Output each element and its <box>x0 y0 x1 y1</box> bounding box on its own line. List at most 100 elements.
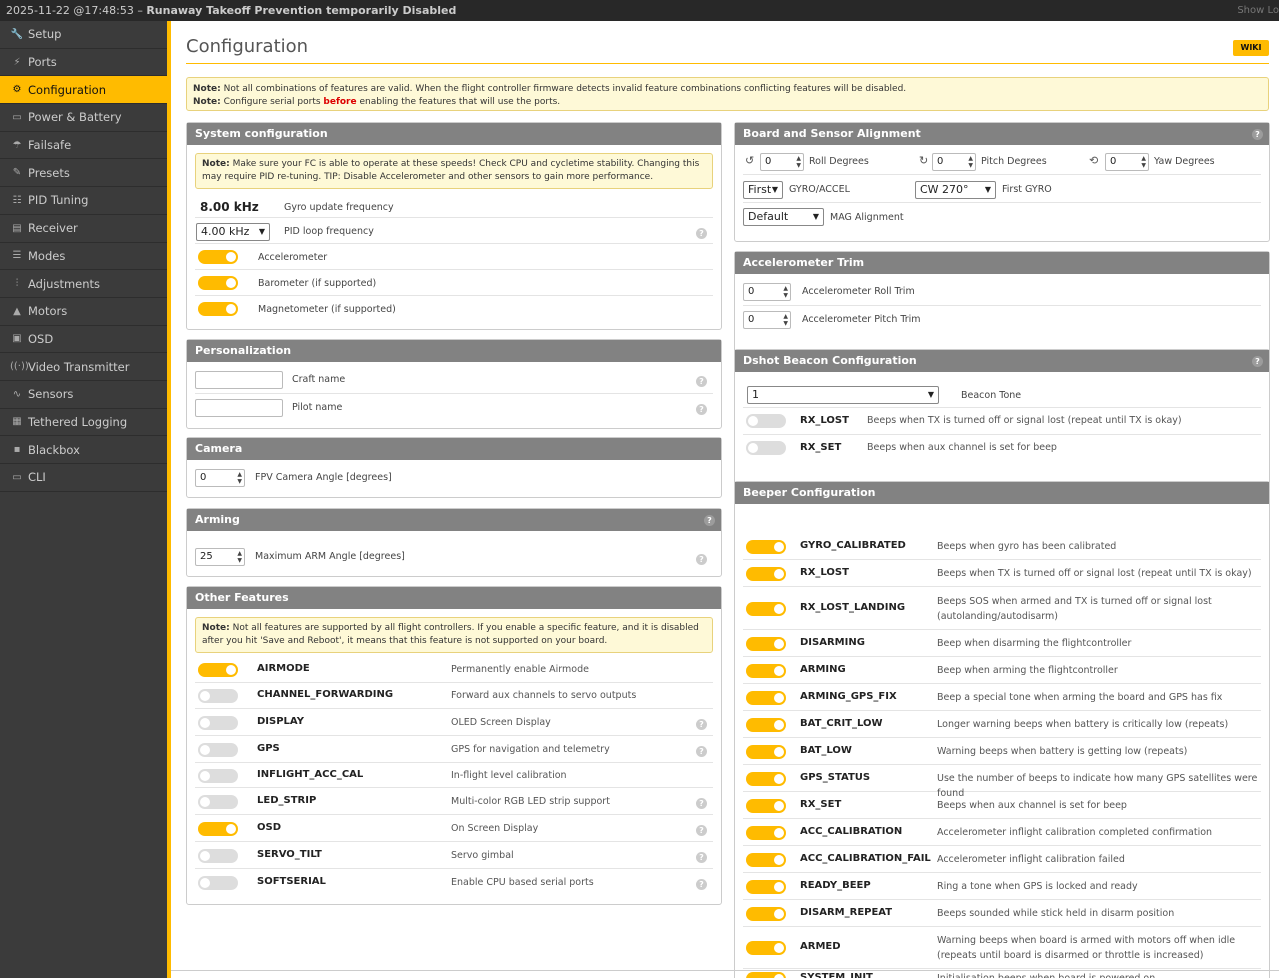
gyro-select[interactable]: First ▼ <box>743 181 783 199</box>
sidebar-item-label: Sensors <box>28 387 74 402</box>
beeper-row: DISARMING Beep when disarming the flightc… <box>743 630 1261 657</box>
help-icon[interactable]: ? <box>1252 356 1263 367</box>
help-icon[interactable]: ? <box>696 404 707 415</box>
sidebar-item-failsafe[interactable]: ☂ Failsafe <box>0 132 167 160</box>
toggle-switch[interactable] <box>746 825 786 840</box>
help-icon[interactable]: ? <box>696 228 707 239</box>
help-icon[interactable]: ? <box>696 376 707 387</box>
beeper-row: ACC_CALIBRATION Accelerometer inflight ca… <box>743 819 1261 846</box>
help-icon[interactable]: ? <box>1252 129 1263 140</box>
toggle-switch[interactable] <box>746 879 786 894</box>
help-icon[interactable]: ? <box>696 745 707 757</box>
first-gyro-select[interactable]: CW 270° ▼ <box>915 181 996 199</box>
mag-alignment-select[interactable]: Default ▼ <box>743 208 824 226</box>
yaw-input[interactable]: 0 ▲ ▼ <box>1105 153 1149 171</box>
pid-frequency-select[interactable]: 4.00 kHz ▼ <box>196 223 270 241</box>
toggle-switch[interactable] <box>746 566 786 581</box>
input-value: 0 <box>765 156 772 167</box>
craft-name-input[interactable] <box>195 371 283 389</box>
toggle-switch[interactable] <box>746 663 786 678</box>
sidebar-item-tethered-logging[interactable]: ▦ Tethered Logging <box>0 409 167 437</box>
spinner-icon[interactable]: ▲ ▼ <box>783 313 788 327</box>
sidebar-item-setup[interactable]: 🔧 Setup <box>0 21 167 49</box>
beeper-name: ACC_CALIBRATION_FAIL <box>800 852 931 864</box>
help-icon[interactable]: ? <box>696 718 707 730</box>
pitch-icon: ↻ <box>919 154 929 167</box>
sidebar-item-pid-tuning[interactable]: ☷ PID Tuning <box>0 187 167 215</box>
camera-angle-input[interactable]: 0 ▲ ▼ <box>195 469 245 487</box>
toggle-switch[interactable] <box>198 689 238 703</box>
feature-description: OLED Screen Display <box>451 716 551 728</box>
sidebar-item-sensors[interactable]: ∿ Sensors <box>0 381 167 409</box>
toggle-switch[interactable] <box>746 744 786 759</box>
toggle-switch[interactable] <box>198 302 238 316</box>
toggle-switch[interactable] <box>746 690 786 705</box>
pid-row: 4.00 kHz ▼ PID loop frequency ? <box>195 218 713 244</box>
sidebar-item-power-battery[interactable]: ▭ Power & Battery <box>0 104 167 132</box>
sidebar-item-receiver[interactable]: ▤ Receiver <box>0 215 167 243</box>
sidebar-item-configuration[interactable]: ⚙ Configuration <box>0 76 167 105</box>
sidebar-item-modes[interactable]: ☰ Modes <box>0 243 167 271</box>
arm-angle-label: Maximum ARM Angle [degrees] <box>255 551 405 562</box>
sidebar-item-label: CLI <box>28 470 46 485</box>
pitch-trim-input[interactable]: 0 ▲ ▼ <box>743 311 791 329</box>
roll-input[interactable]: 0 ▲ ▼ <box>760 153 804 171</box>
pilot-name-input[interactable] <box>195 399 283 417</box>
sidebar-item-osd[interactable]: ▣ OSD <box>0 326 167 354</box>
toggle-switch[interactable] <box>198 848 238 863</box>
beacon-tone-select[interactable]: 1 ▼ <box>747 386 939 404</box>
spinner-icon[interactable]: ▲ ▼ <box>237 550 242 564</box>
toggle-switch[interactable] <box>198 768 238 783</box>
sidebar-item-motors[interactable]: ▲ Motors <box>0 298 167 326</box>
help-icon[interactable]: ? <box>696 878 707 890</box>
toggle-switch[interactable] <box>198 663 238 677</box>
sidebar-item-ports[interactable]: ⚡ Ports <box>0 49 167 77</box>
sidebar-item-blackbox[interactable]: ▪ Blackbox <box>0 436 167 464</box>
spinner-icon[interactable]: ▲ ▼ <box>783 285 788 299</box>
help-icon[interactable]: ? <box>696 554 707 565</box>
help-icon[interactable]: ? <box>704 515 715 526</box>
toggle-switch[interactable] <box>746 852 786 867</box>
panel-title: Arming <box>195 513 240 526</box>
spinner-icon[interactable]: ▲ ▼ <box>968 155 973 169</box>
toggle-switch[interactable] <box>746 972 786 978</box>
toggle-label: Accelerometer <box>258 252 328 263</box>
toggle-switch[interactable] <box>198 715 238 730</box>
gyro-frequency-value: 8.00 kHz <box>200 200 259 214</box>
toggle-switch[interactable] <box>198 742 238 757</box>
sidebar-item-video-transmitter[interactable]: ((·)) Video Transmitter <box>0 353 167 381</box>
toggle-switch[interactable] <box>198 276 238 290</box>
show-log-link[interactable]: Show Lo <box>1237 0 1279 21</box>
sidebar-item-adjustments[interactable]: ⫶ Adjustments <box>0 270 167 298</box>
toggle-switch[interactable] <box>746 601 786 616</box>
spinner-icon[interactable]: ▲ ▼ <box>1141 155 1146 169</box>
wiki-button[interactable]: WIKI <box>1233 40 1269 56</box>
toggle-switch[interactable] <box>746 941 786 955</box>
toggle-switch[interactable] <box>746 771 786 786</box>
toggle-switch[interactable] <box>746 539 786 554</box>
toggle-switch[interactable] <box>746 906 786 921</box>
roll-trim-input[interactable]: 0 ▲ ▼ <box>743 283 791 301</box>
toggle-switch[interactable] <box>198 250 238 264</box>
toggle-switch[interactable] <box>198 875 238 890</box>
spinner-icon[interactable]: ▲ ▼ <box>796 155 801 169</box>
help-icon[interactable]: ? <box>696 797 707 809</box>
toggle-switch[interactable] <box>746 717 786 732</box>
craft-name-label: Craft name <box>292 374 346 385</box>
arm-angle-input[interactable]: 25 ▲ ▼ <box>195 548 245 566</box>
toggle-switch[interactable] <box>746 636 786 651</box>
toggle-switch[interactable] <box>198 821 238 836</box>
sidebar-item-cli[interactable]: ▭ CLI <box>0 464 167 492</box>
beeper-name: ARMING_GPS_FIX <box>800 690 897 702</box>
spinner-icon[interactable]: ▲ ▼ <box>237 471 242 485</box>
pitch-input[interactable]: 0 ▲ ▼ <box>932 153 976 171</box>
osd-icon: ▣ <box>12 333 22 345</box>
toggle-switch[interactable] <box>198 794 238 809</box>
sidebar-item-presets[interactable]: ✎ Presets <box>0 159 167 188</box>
toggle-switch[interactable] <box>746 798 786 813</box>
help-icon[interactable]: ? <box>696 824 707 836</box>
toggle-switch[interactable] <box>746 441 786 455</box>
beeper-name: READY_BEEP <box>800 879 871 891</box>
toggle-switch[interactable] <box>746 414 786 428</box>
help-icon[interactable]: ? <box>696 851 707 863</box>
